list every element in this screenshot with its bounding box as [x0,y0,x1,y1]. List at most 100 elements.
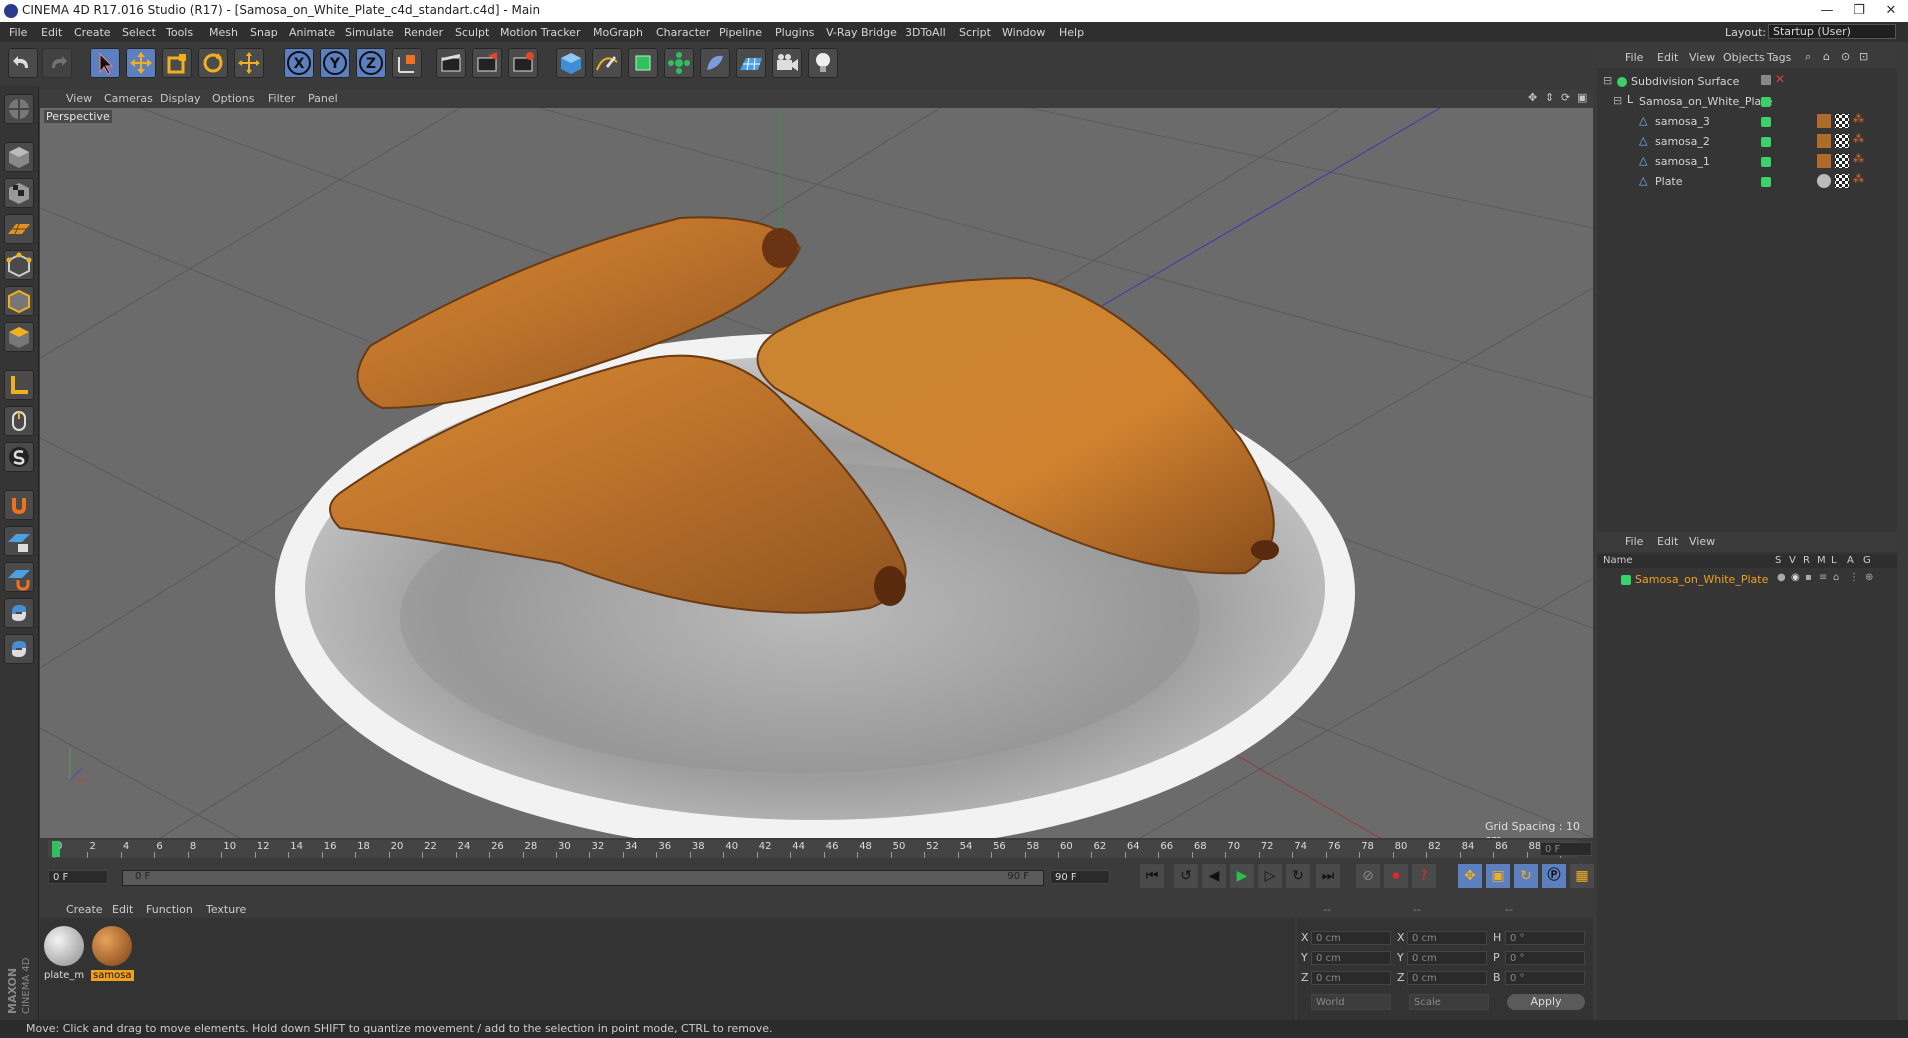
phong-tag-icon[interactable]: ⁂ [1853,152,1864,165]
add-generator-button[interactable] [628,48,658,78]
material-tag-icon[interactable] [1817,114,1831,128]
phong-tag-icon[interactable]: ⁂ [1853,112,1864,125]
enable-checkbox-icon[interactable] [1761,75,1771,85]
object-row-samosa-1[interactable]: △ samosa_1 ⁂ [1597,152,1897,172]
live-selection-button[interactable] [90,48,120,78]
menu-file[interactable]: File [9,26,27,39]
menu-plugins[interactable]: Plugins [775,26,814,39]
viewport-menu-display[interactable]: Display [160,92,201,105]
key-pla-icon[interactable]: ▦ [1570,864,1594,888]
viewport-menu-panel[interactable]: Panel [308,92,338,105]
edges-mode-button[interactable] [4,286,34,316]
enable-snap-button[interactable] [4,490,34,520]
viewport-menu-filter[interactable]: Filter [268,92,295,105]
menu-3dtoall[interactable]: 3DToAll [905,26,946,39]
add-light-button[interactable] [808,48,838,78]
layers-menu-view[interactable]: View [1689,535,1715,548]
points-mode-button[interactable] [4,250,34,280]
search-icon[interactable]: ⌕ [1805,50,1811,64]
viewport-move-icon[interactable]: ✥ [1528,91,1537,104]
menu-window[interactable]: Window [1002,26,1045,39]
viewport-menu-cameras[interactable]: Cameras [104,92,153,105]
viewport-rotate-icon[interactable]: ⟳ [1561,91,1570,104]
key-parameter-icon[interactable]: Ⓟ [1542,864,1566,888]
lock-z-axis-button[interactable]: Z [356,48,386,78]
manager-icon[interactable]: ≡ [1819,572,1827,583]
workplane-snap-button[interactable] [4,562,34,592]
objects-menu-view[interactable]: View [1689,51,1715,64]
pos-x-field[interactable]: 0 cm [1311,931,1391,945]
material-tag-icon[interactable] [1817,154,1831,168]
tweak-mode-button[interactable] [4,406,34,436]
axis-mode-button[interactable] [4,370,34,400]
viewport-menu-view[interactable]: View [66,92,92,105]
pos-y-field[interactable]: 0 cm [1311,951,1391,965]
go-to-end-icon[interactable]: ⏭ [1316,864,1340,888]
expand-icon[interactable]: ⊡ [1859,50,1868,63]
menu-script[interactable]: Script [959,26,991,39]
menu-mesh[interactable]: Mesh [209,26,238,39]
object-row-samosa-3[interactable]: △ samosa_3 ⁂ [1597,112,1897,132]
menu-select[interactable]: Select [122,26,156,39]
material-plate[interactable]: plate_m [42,926,86,984]
objects-menu-file[interactable]: File [1625,51,1643,64]
objects-menu-objects[interactable]: Objects [1723,51,1765,64]
make-editable-button[interactable] [4,94,34,124]
key-scale-icon[interactable]: ▣ [1486,864,1510,888]
rot-b-field[interactable]: 0 ° [1505,971,1585,985]
python-console-button[interactable] [4,634,34,664]
layer-row-samosa-on-white-plate[interactable]: Samosa_on_White_Plate ● ◉ ▪ ≡ ⌂ ⋮ ⊕ [1597,570,1897,590]
disabled-x-icon[interactable]: ✕ [1775,72,1785,86]
restore-button[interactable]: ❐ [1844,2,1874,20]
visible-icon[interactable]: ◉ [1791,572,1800,583]
menu-pipeline[interactable]: Pipeline [719,26,762,39]
animation-icon[interactable]: ⋮ [1849,572,1859,583]
start-frame-field[interactable]: 0 F [48,870,108,884]
objects-menu-edit[interactable]: Edit [1657,51,1678,64]
minimize-button[interactable]: — [1812,2,1842,20]
add-spline-button[interactable] [592,48,622,78]
menu-create[interactable]: Create [74,26,111,39]
python-script-button[interactable] [4,598,34,628]
coordinate-system-select[interactable]: World [1311,994,1391,1010]
layout-select[interactable]: Startup (User) [1768,24,1896,39]
menu-animate[interactable]: Animate [289,26,335,39]
viewport-dolly-icon[interactable]: ⇕ [1545,91,1554,104]
go-to-start-icon[interactable]: ⏮ [1140,864,1164,888]
workplane-lock-button[interactable] [4,526,34,556]
add-cube-button[interactable] [556,48,586,78]
record-keys-icon[interactable]: ⊘ [1356,864,1380,888]
object-row-samosa-on-white-plate[interactable]: ⊟ L Samosa_on_White_Plate [1597,92,1897,112]
material-menu-edit[interactable]: Edit [112,903,133,916]
material-menu-create[interactable]: Create [66,903,103,916]
render-picture-viewer-button[interactable] [472,48,502,78]
key-position-icon[interactable]: ✥ [1458,864,1482,888]
coordinate-system-button[interactable] [392,48,422,78]
texture-mode-button[interactable] [4,178,34,208]
menu-mograph[interactable]: MoGraph [593,26,643,39]
next-frame-icon[interactable]: ▷ [1258,864,1282,888]
keyframe-selection-icon[interactable]: ? [1412,864,1436,888]
object-row-subdivision-surface[interactable]: ⊟ Subdivision Surface ✕ [1597,72,1897,92]
polygons-mode-button[interactable] [4,322,34,352]
add-camera-button[interactable] [772,48,802,78]
apply-button[interactable]: Apply [1507,994,1585,1010]
size-mode-select[interactable]: Scale [1409,994,1489,1010]
autokey-icon[interactable]: ⏺ [1384,864,1408,888]
menu-vray-bridge[interactable]: V-Ray Bridge [826,26,897,39]
uvw-tag-icon[interactable] [1835,134,1849,148]
pos-z-field[interactable]: 0 cm [1311,971,1391,985]
size-x-field[interactable]: 0 cm [1407,931,1487,945]
lock-icon[interactable]: ⊙ [1841,50,1850,63]
locked-icon[interactable]: ⌂ [1833,572,1839,583]
play-icon[interactable]: ▶ [1230,864,1254,888]
perspective-viewport[interactable]: Perspective Grid Spacing : 10 cm [40,108,1593,838]
move-tool-button[interactable] [126,48,156,78]
material-menu-texture[interactable]: Texture [206,903,246,916]
rot-p-field[interactable]: 0 ° [1505,951,1585,965]
end-frame-field[interactable]: 90 F [1050,870,1110,884]
menu-help[interactable]: Help [1059,26,1084,39]
menu-motion-tracker[interactable]: Motion Tracker [500,26,580,39]
phong-tag-icon[interactable]: ⁂ [1853,172,1864,185]
render-settings-button[interactable] [508,48,538,78]
